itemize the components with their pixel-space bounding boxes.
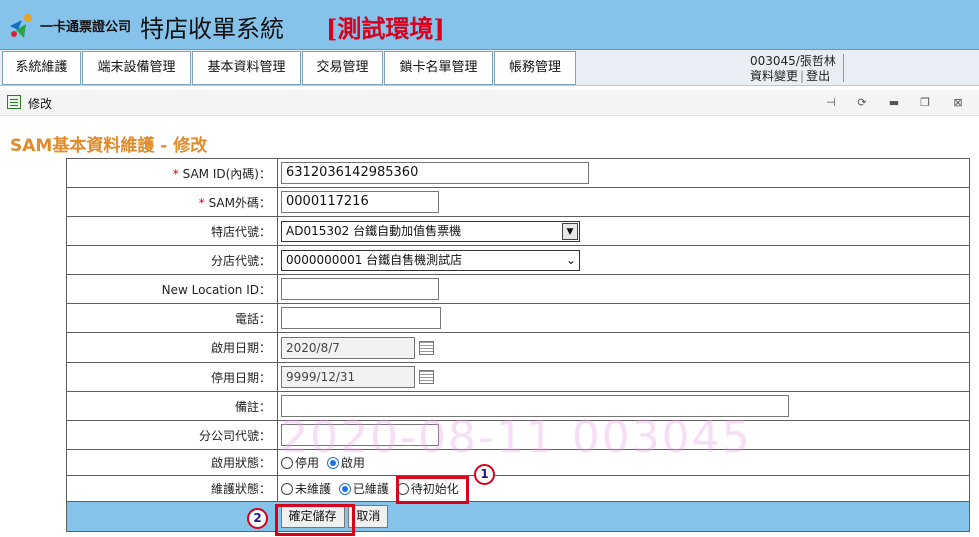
radio-not-maintained-label: 未維護 bbox=[295, 482, 332, 496]
form-row-sub-company: 分公司代號： bbox=[66, 420, 970, 450]
refresh-icon[interactable]: ⟳ bbox=[855, 96, 869, 110]
form-row-branch: 分店代號： 0000000001 台鐵自售機測試店 ⌄ bbox=[66, 245, 970, 275]
enable-status-label: 啟用狀態： bbox=[66, 449, 278, 476]
menu-transaction-management[interactable]: 交易管理 bbox=[302, 51, 383, 85]
form-icon bbox=[7, 95, 21, 109]
highlight-box-pending-init bbox=[396, 476, 469, 504]
minimize-icon[interactable]: ▬ bbox=[887, 96, 901, 110]
menu-basic-data-management[interactable]: 基本資料管理 bbox=[192, 51, 301, 85]
sam-ext-label: SAM外碼： bbox=[208, 195, 271, 210]
radio-not-maintained[interactable] bbox=[281, 482, 293, 495]
logout-link[interactable]: 登出 bbox=[806, 69, 830, 83]
calendar-icon[interactable] bbox=[419, 370, 434, 384]
calendar-icon[interactable] bbox=[419, 340, 434, 355]
branch-label: 分店代號： bbox=[66, 245, 278, 275]
end-date-label: 停用日期： bbox=[66, 362, 278, 392]
new-location-label: New Location ID： bbox=[66, 274, 278, 304]
radio-enabled[interactable] bbox=[326, 456, 339, 469]
radio-disabled[interactable] bbox=[281, 456, 293, 469]
radio-enabled-label: 啟用 bbox=[340, 456, 365, 470]
start-date-label: 啟用日期： bbox=[66, 332, 278, 363]
branch-select[interactable]: 0000000001 台鐵自售機測試店 ⌄ bbox=[281, 249, 580, 271]
form-row-new-location: New Location ID： bbox=[66, 274, 970, 304]
radio-maintained-label: 已維護 bbox=[352, 482, 389, 496]
user-info: 003045/張哲林 資料變更 | 登出 bbox=[750, 54, 836, 83]
end-date-input[interactable]: 9999/12/31 bbox=[281, 366, 415, 388]
pin-icon[interactable]: ⊣ bbox=[824, 96, 838, 110]
menu-system-maintenance[interactable]: 系統維護 bbox=[2, 51, 81, 85]
sub-company-input[interactable] bbox=[281, 424, 439, 446]
phone-label: 電話： bbox=[66, 303, 278, 333]
chevron-down-icon: ⌄ bbox=[565, 252, 576, 267]
annotation-badge-1: 1 bbox=[474, 464, 495, 485]
form-row-sam-id: * SAM ID(內碼)： 6312036142985360 bbox=[66, 158, 970, 188]
form-row-enable-status: 啟用狀態： 停用 啟用 bbox=[66, 449, 970, 476]
note-input[interactable] bbox=[281, 395, 789, 417]
sam-id-label: SAM ID(內碼)： bbox=[182, 166, 271, 181]
form-row-end-date: 停用日期： 9999/12/31 bbox=[66, 362, 970, 392]
annotation-badge-2: 2 bbox=[247, 508, 268, 529]
company-name: 一卡通票證公司 bbox=[40, 20, 132, 35]
change-data-link[interactable]: 資料變更 bbox=[750, 69, 798, 83]
form-row-sam-ext: * SAM外碼： 0000117216 bbox=[66, 187, 970, 217]
dropdown-arrow-icon: ▼ bbox=[562, 222, 578, 240]
environment-label: [測試環境] bbox=[326, 14, 445, 43]
form-row-start-date: 啟用日期： 2020/8/7 bbox=[66, 332, 970, 363]
radio-maintained[interactable] bbox=[338, 482, 351, 495]
store-select[interactable]: AD015302 台鐵自動加值售票機 ▼ bbox=[281, 220, 580, 242]
maint-status-label: 維護狀態： bbox=[66, 475, 278, 502]
page-title: SAM基本資料維護 - 修改 bbox=[10, 136, 208, 156]
user-name: 003045/張哲林 bbox=[750, 54, 836, 68]
phone-input[interactable] bbox=[281, 307, 441, 329]
app-header: 一卡通票證公司 特店收單系統 [測試環境] bbox=[0, 0, 979, 50]
form-row-phone: 電話： bbox=[66, 303, 970, 333]
sub-company-label: 分公司代號： bbox=[66, 420, 278, 450]
sam-edit-form: * SAM ID(內碼)： 6312036142985360 * SAM外碼： … bbox=[66, 158, 970, 532]
form-row-store: 特店代號： AD015302 台鐵自動加值售票機 ▼ bbox=[66, 216, 970, 246]
company-logo-icon bbox=[10, 14, 32, 38]
main-menu-bar: 系統維護 端末設備管理 基本資料管理 交易管理 鎖卡名單管理 帳務管理 0030… bbox=[0, 50, 979, 86]
panel-header: 修改 ⊣ ⟳ ▬ ❐ ⊠ bbox=[0, 90, 979, 116]
store-label: 特店代號： bbox=[66, 216, 278, 246]
form-button-row: 確定儲存 取消 bbox=[66, 501, 970, 532]
form-row-note: 備註： bbox=[66, 391, 970, 421]
note-label: 備註： bbox=[66, 391, 278, 421]
menu-lock-card-list[interactable]: 鎖卡名單管理 bbox=[384, 51, 493, 85]
highlight-box-save bbox=[275, 504, 355, 536]
sam-id-input[interactable]: 6312036142985360 bbox=[281, 162, 589, 184]
menu-accounting-management[interactable]: 帳務管理 bbox=[494, 51, 576, 85]
new-location-input[interactable] bbox=[281, 278, 439, 300]
form-row-maint-status: 維護狀態： 未維護 已維護 待初始化 bbox=[66, 475, 970, 502]
sam-ext-input[interactable]: 0000117216 bbox=[281, 191, 439, 213]
panel-title: 修改 bbox=[28, 97, 53, 111]
close-icon[interactable]: ⊠ bbox=[951, 96, 965, 110]
menu-terminal-management[interactable]: 端末設備管理 bbox=[82, 51, 191, 85]
radio-disabled-label: 停用 bbox=[295, 456, 320, 470]
divider bbox=[843, 54, 844, 82]
restore-icon[interactable]: ❐ bbox=[918, 96, 932, 110]
start-date-input[interactable]: 2020/8/7 bbox=[281, 336, 415, 359]
system-title: 特店收單系統 bbox=[140, 15, 284, 43]
